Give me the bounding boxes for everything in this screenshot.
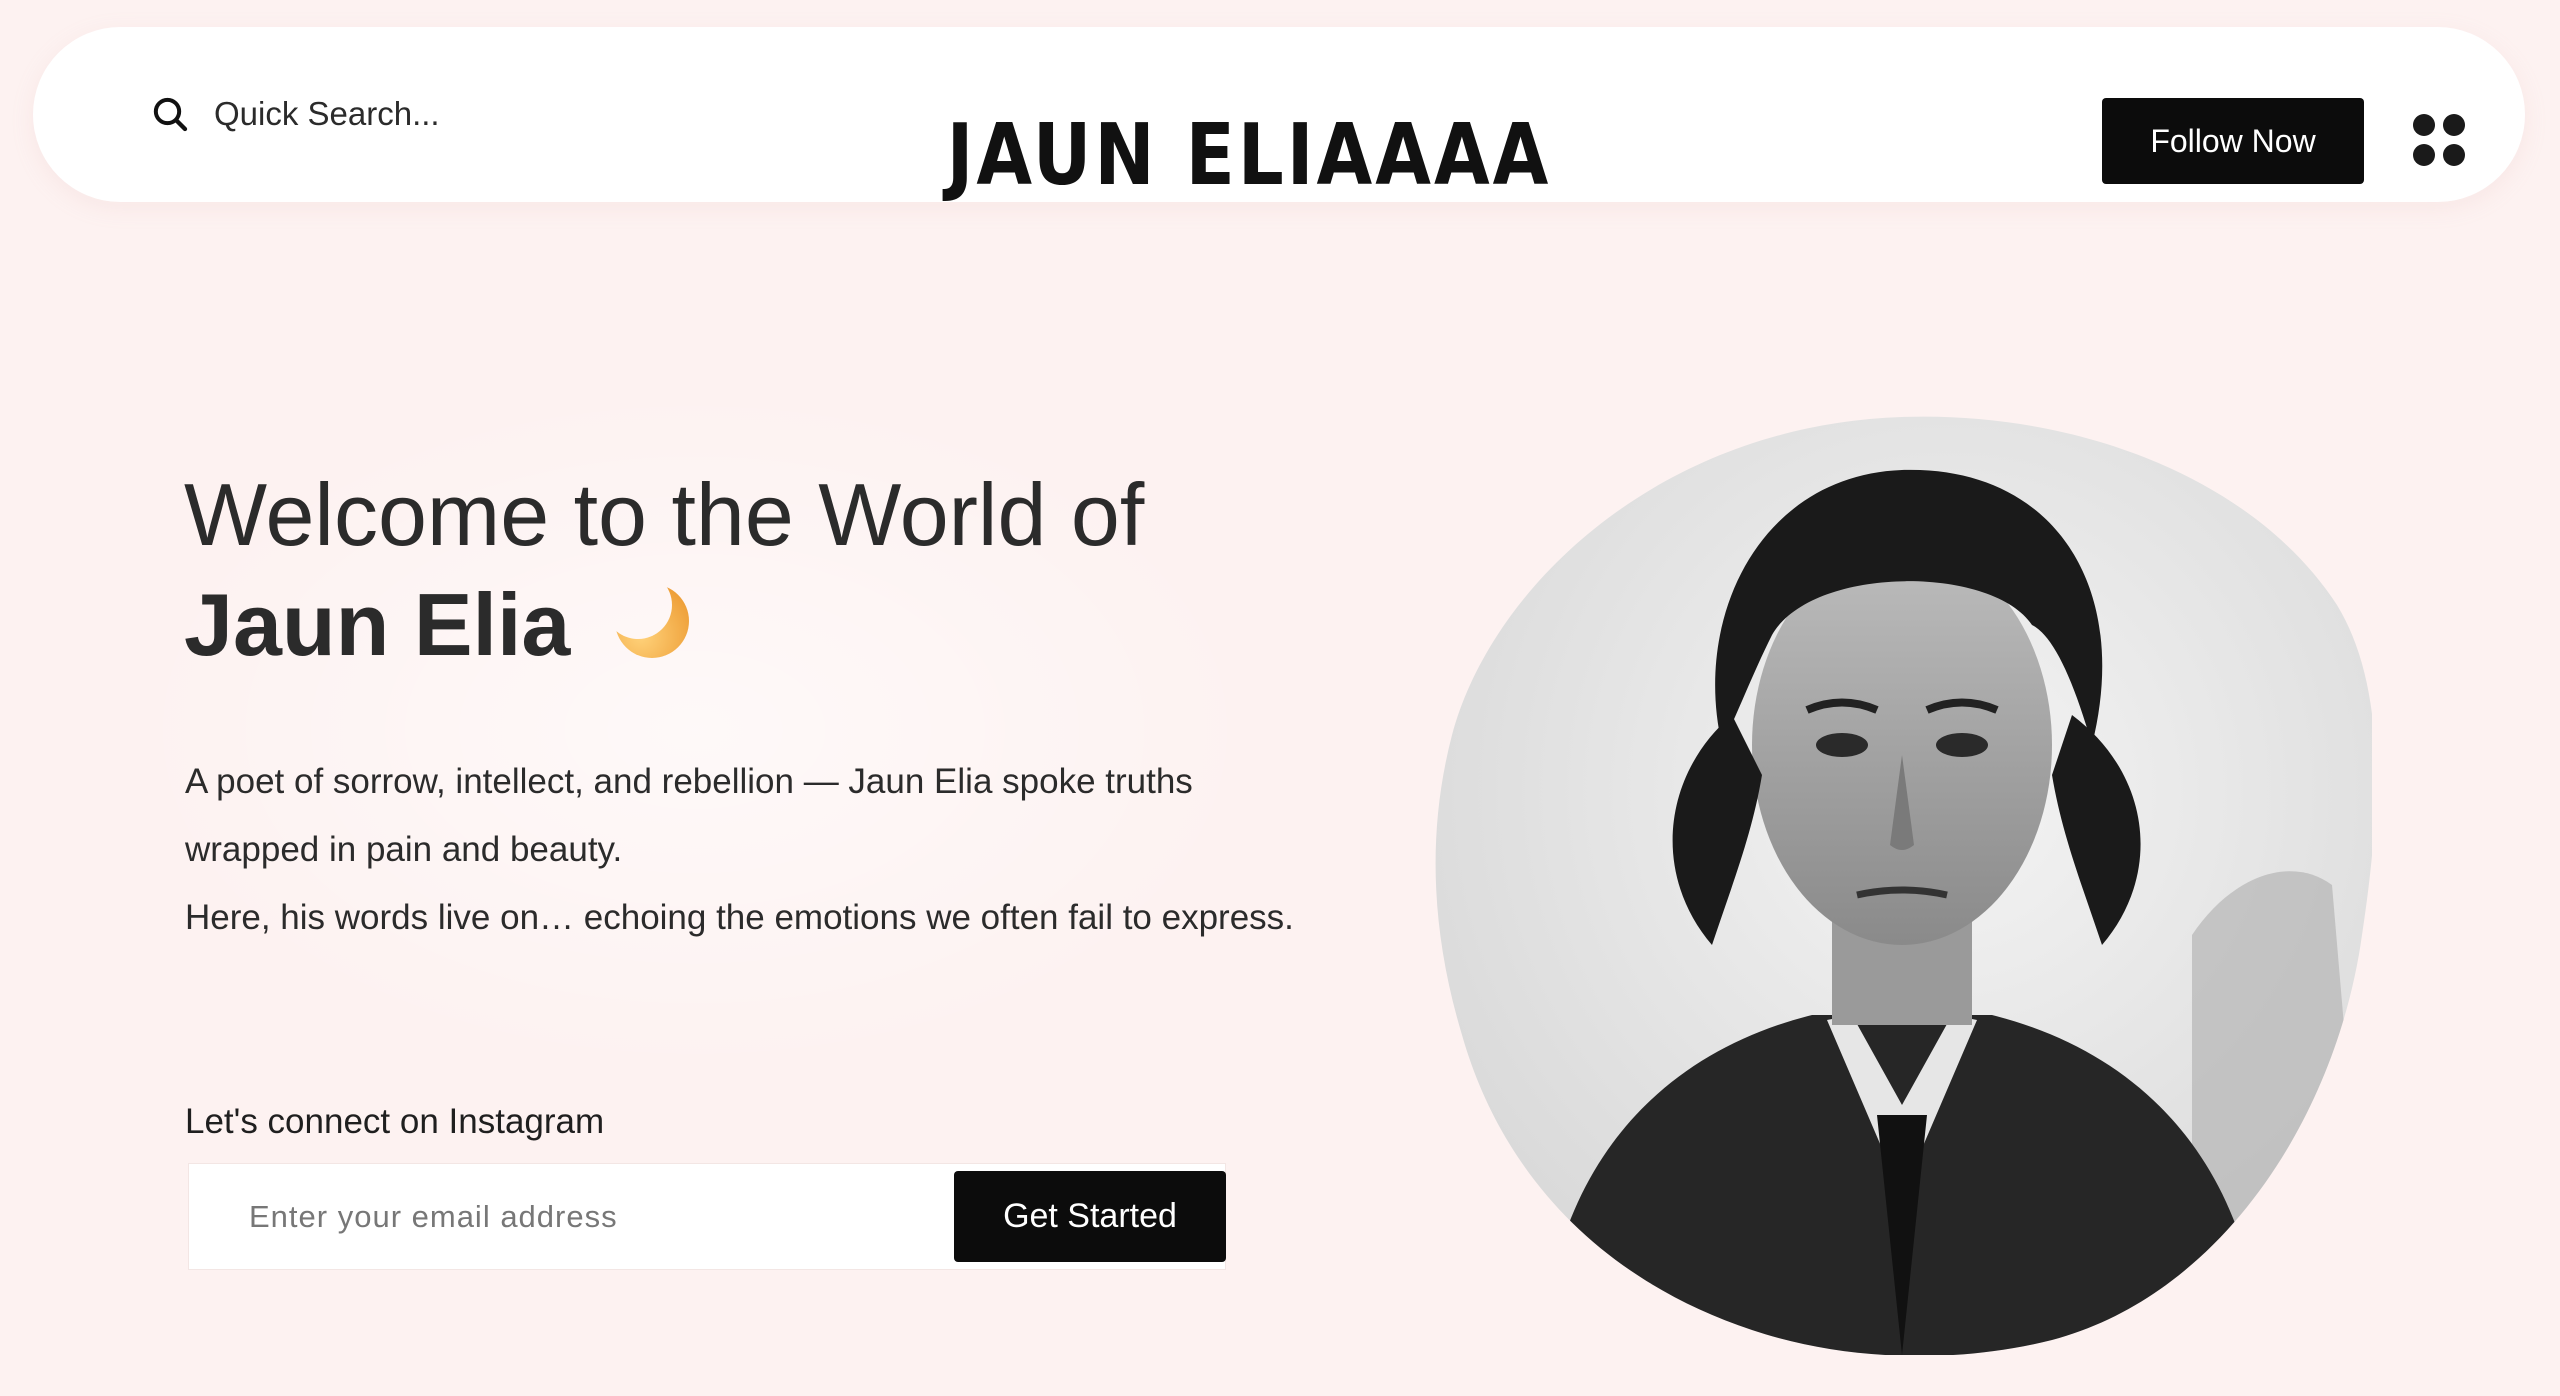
portrait-image xyxy=(1435,416,2372,1355)
hero-headline: Welcome to the World of Jaun Elia xyxy=(184,460,1284,680)
grid-dot xyxy=(2413,114,2435,136)
headline-name: Jaun Elia xyxy=(184,575,571,674)
grid-dot xyxy=(2413,144,2435,166)
get-started-button[interactable]: Get Started xyxy=(954,1171,1226,1262)
description-paragraph: A poet of sorrow, intellect, and rebelli… xyxy=(185,762,1193,869)
follow-now-button[interactable]: Follow Now xyxy=(2102,98,2364,184)
connect-label: Let's connect on Instagram xyxy=(185,1102,605,1141)
email-input[interactable] xyxy=(189,1164,949,1269)
menu-grid-icon[interactable] xyxy=(2413,114,2465,166)
hero-description: A poet of sorrow, intellect, and rebelli… xyxy=(185,748,1295,952)
crescent-moon-icon xyxy=(608,576,690,658)
grid-dot xyxy=(2443,114,2465,136)
top-navbar: Quick Search... JAUN ELIAAAA Follow Now xyxy=(33,27,2525,204)
email-signup-form: Get Started xyxy=(188,1163,1226,1270)
description-paragraph: Here, his words live on… echoing the emo… xyxy=(185,898,1294,937)
grid-dot xyxy=(2443,144,2465,166)
headline-line1: Welcome to the World of xyxy=(184,465,1145,564)
